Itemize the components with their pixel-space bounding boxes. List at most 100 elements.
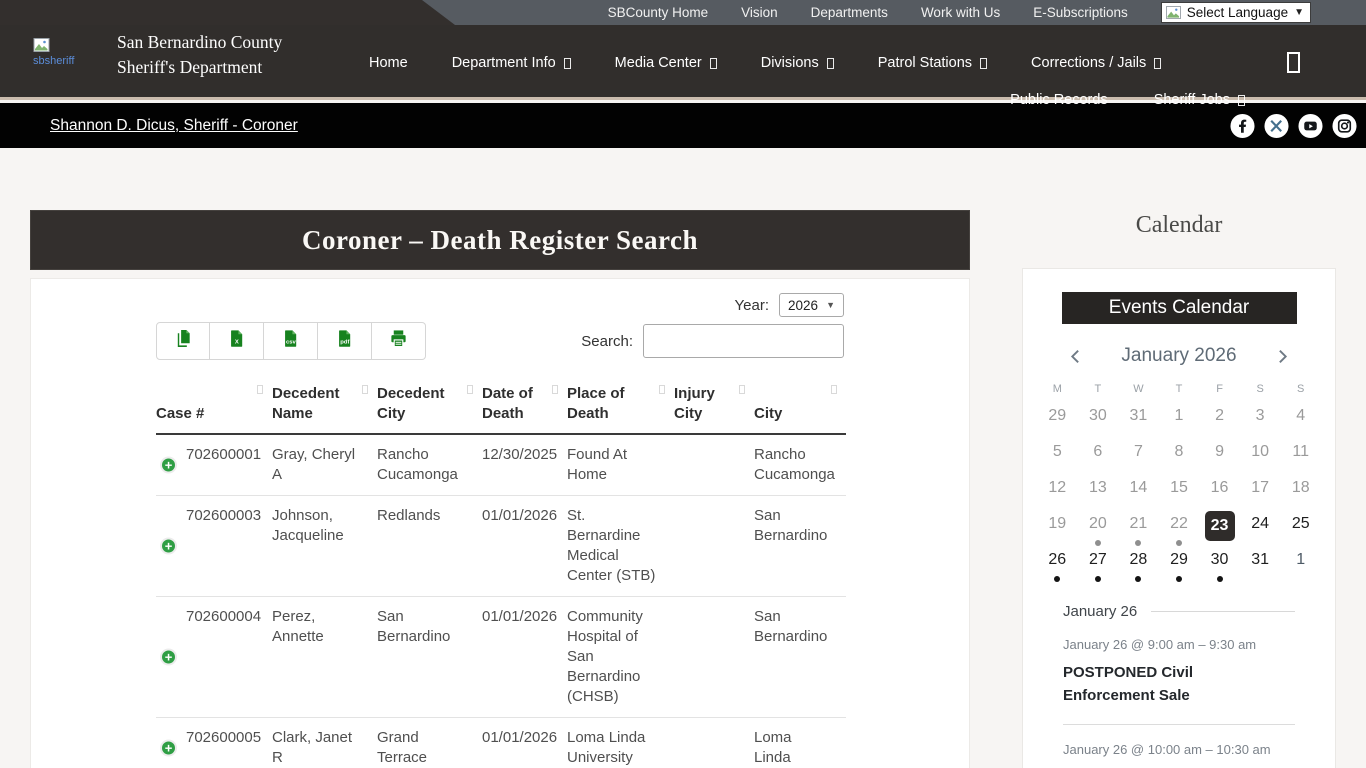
search-input[interactable] [643, 324, 844, 358]
event-item[interactable]: January 26 @ 9:00 am – 9:30 am POSTPONED … [1063, 637, 1295, 707]
calendar-day[interactable]: 30 [1078, 403, 1119, 439]
calendar-day[interactable]: 23 [1199, 511, 1240, 547]
calendar-day[interactable]: 29 [1159, 547, 1200, 583]
city-cell: Loma Linda [754, 717, 846, 768]
instagram-icon[interactable] [1332, 113, 1357, 138]
calendar-day[interactable]: 9 [1199, 439, 1240, 475]
calendar-day[interactable]: 20 [1078, 511, 1119, 547]
decedent_name-cell: Perez, Annette [272, 596, 377, 718]
main-nav-row2: Public Records Sheriff Jobs [1010, 92, 1245, 108]
facebook-icon[interactable] [1230, 113, 1255, 138]
table-header-row: Case # Decedent Name Decedent City Date of … [156, 370, 846, 435]
calendar-next-icon[interactable] [1274, 348, 1291, 365]
calendar-day[interactable]: 4 [1280, 403, 1321, 439]
event-item[interactable]: January 26 @ 10:00 am – 10:30 amCivil En… [1063, 742, 1295, 768]
calendar-day[interactable]: 17 [1240, 475, 1281, 511]
death-register-table: Case # Decedent Name Decedent City Date of … [156, 370, 846, 768]
nav-item-divisions[interactable]: Divisions [761, 55, 834, 71]
nav-item-sheriff-jobs[interactable]: Sheriff Jobs [1154, 92, 1245, 108]
calendar-day[interactable]: 2 [1199, 403, 1240, 439]
nav-item-corrections-jails[interactable]: Corrections / Jails [1031, 55, 1162, 71]
pdf-icon: pdf [335, 329, 354, 353]
calendar-day[interactable]: 16 [1199, 475, 1240, 511]
nav-item-public-records[interactable]: Public Records [1010, 92, 1108, 108]
breadcrumb-link[interactable]: Shannon D. Dicus, Sheriff - Coroner [50, 117, 298, 135]
calendar-day[interactable]: 28 [1118, 547, 1159, 583]
expand-row-button[interactable]: + [160, 537, 177, 555]
calendar-day[interactable]: 22 [1159, 511, 1200, 547]
calendar-day[interactable]: 29 [1037, 403, 1078, 439]
calendar-day[interactable]: 5 [1037, 439, 1078, 475]
youtube-icon[interactable] [1298, 113, 1323, 138]
language-selector[interactable]: Select Language ▼ [1160, 2, 1311, 23]
export-excel-button[interactable]: X [210, 322, 264, 360]
calendar-day[interactable]: 3 [1240, 403, 1281, 439]
calendar-day[interactable]: 12 [1037, 475, 1078, 511]
search-icon[interactable] [1287, 52, 1300, 73]
export-csv-button[interactable]: csv [264, 322, 318, 360]
calendar-day[interactable]: 8 [1159, 439, 1200, 475]
weekday-label: W [1133, 383, 1144, 395]
column-header[interactable]: Decedent Name [272, 370, 377, 435]
calendar-day[interactable]: 19 [1037, 511, 1078, 547]
calendar-day[interactable]: 24 [1240, 511, 1281, 547]
export-print-button[interactable] [372, 322, 426, 360]
calendar-day[interactable]: 31 [1118, 403, 1159, 439]
calendar-day[interactable]: 30 [1199, 547, 1240, 583]
calendar-day[interactable]: 15 [1159, 475, 1200, 511]
x-twitter-icon[interactable] [1264, 113, 1289, 138]
date_of_death-cell: 12/30/2025 [482, 434, 567, 496]
calendar-prev-icon[interactable] [1067, 348, 1084, 365]
city-cell: San Bernardino [754, 596, 846, 718]
topbar-link-vision[interactable]: Vision [741, 5, 778, 20]
expand-row-button[interactable]: + [160, 648, 177, 666]
export-pdf-button[interactable]: pdf [318, 322, 372, 360]
calendar-day[interactable]: 1 [1280, 547, 1321, 583]
calendar-day[interactable]: 6 [1078, 439, 1119, 475]
column-header[interactable]: Date of Death [482, 370, 567, 435]
topbar-link-e-subscriptions[interactable]: E-Subscriptions [1033, 5, 1128, 20]
calendar-day[interactable]: 1 [1159, 403, 1200, 439]
calendar-day[interactable]: 14 [1118, 475, 1159, 511]
nav-item-department-info[interactable]: Department Info [452, 55, 571, 71]
calendar-day[interactable]: 25 [1280, 511, 1321, 547]
death-register-card: Year: 2026 ▼ Xcsv pdf Search: Case # Dece [30, 278, 970, 768]
column-header[interactable]: Place of Death [567, 370, 674, 435]
column-header[interactable]: Injury City [674, 370, 754, 435]
table-row: +702600001 Gray, Cheryl A Rancho Cucamonga… [156, 434, 846, 496]
site-logo[interactable]: sbsheriff [33, 38, 95, 68]
column-header[interactable]: City [754, 370, 846, 435]
expand-row-button[interactable]: + [160, 739, 177, 757]
events-calendar-card: Events Calendar January 2026 MTWTFSS 29 3… [1022, 268, 1336, 768]
table-row: +702600003 Johnson, Jacqueline Redlands 01/… [156, 495, 846, 597]
calendar-day[interactable]: 31 [1240, 547, 1281, 583]
svg-text:X: X [235, 339, 239, 345]
calendar-day[interactable]: 27 [1078, 547, 1119, 583]
divider [1151, 611, 1295, 612]
calendar-day[interactable]: 13 [1078, 475, 1119, 511]
topbar-link-work-with-us[interactable]: Work with Us [921, 5, 1000, 20]
nav-item-media-center[interactable]: Media Center [615, 55, 717, 71]
column-header[interactable]: Case # [156, 370, 272, 435]
case-cell: +702600004 [156, 596, 272, 718]
calendar-day[interactable]: 18 [1280, 475, 1321, 511]
org-name[interactable]: San Bernardino County Sheriff's Departme… [117, 30, 282, 80]
export-copy-button[interactable] [156, 322, 210, 360]
nav-item-patrol-stations[interactable]: Patrol Stations [878, 55, 988, 71]
topbar-link-departments[interactable]: Departments [811, 5, 888, 20]
calendar-day[interactable]: 26 [1037, 547, 1078, 583]
topbar-link-sbcounty-home[interactable]: SBCounty Home [608, 5, 709, 20]
calendar-day[interactable]: 10 [1240, 439, 1281, 475]
column-header[interactable]: Decedent City [377, 370, 482, 435]
case-cell: +702600003 [156, 495, 272, 597]
export-button-group: Xcsv pdf [156, 322, 426, 360]
calendar-day[interactable]: 7 [1118, 439, 1159, 475]
year-select[interactable]: 2026 ▼ [779, 293, 844, 317]
calendar-day[interactable]: 21 [1118, 511, 1159, 547]
nav-item-home[interactable]: Home [369, 55, 408, 71]
dropdown-caret-icon [1238, 94, 1245, 106]
broken-image-icon [1165, 6, 1181, 19]
sort-icon [739, 385, 745, 394]
expand-row-button[interactable]: + [160, 456, 177, 474]
calendar-day[interactable]: 11 [1280, 439, 1321, 475]
